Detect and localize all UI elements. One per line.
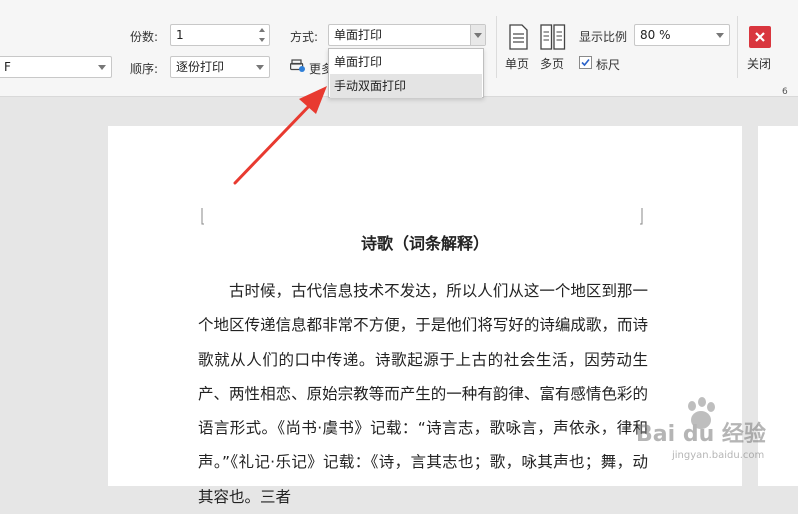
- chevron-down-icon: [98, 65, 106, 70]
- zoom-value: 80 %: [640, 28, 671, 42]
- single-page-icon: [509, 24, 528, 50]
- zoom-select[interactable]: 80 %: [634, 24, 730, 46]
- document-page: 诗歌（词条解释） 古时候，古代信息技术不发达，所以人们从这一个地区到那一个地区传…: [108, 126, 742, 506]
- next-document-page: [758, 126, 798, 486]
- copies-stepper[interactable]: 1: [170, 24, 270, 46]
- printer-select[interactable]: F: [0, 56, 112, 78]
- close-preview-button[interactable]: 关闭: [746, 24, 774, 72]
- ruler-number: 6: [782, 87, 788, 97]
- chevron-down-icon: [716, 33, 724, 38]
- increment-icon[interactable]: [259, 28, 265, 32]
- toolbar-divider: [496, 16, 497, 78]
- document-paragraph: 古时候，古代信息技术不发达，所以人们从这一个地区到那一个地区传递信息都非常不方便…: [198, 282, 648, 506]
- menu-item-single-sided[interactable]: 单面打印: [330, 50, 482, 74]
- chevron-down-icon: [256, 65, 264, 70]
- mode-label: 方式:: [290, 30, 319, 44]
- checkmark-icon: [581, 58, 590, 67]
- copies-label: 份数:: [130, 30, 159, 44]
- ruler-label[interactable]: 标尺: [596, 56, 620, 73]
- print-mode-value: 单面打印: [334, 28, 383, 42]
- single-page-button[interactable]: 单页: [504, 24, 532, 72]
- order-label: 顺序:: [130, 62, 159, 76]
- margin-corner-top-right: [640, 208, 643, 225]
- printer-select-value: F: [4, 60, 11, 74]
- margin-corner-top-left: [201, 208, 204, 225]
- zoom-label: 显示比例: [579, 30, 628, 44]
- toolbar-divider: [737, 16, 738, 78]
- multi-page-icon: [540, 24, 566, 50]
- decrement-icon[interactable]: [259, 38, 265, 42]
- copies-value: 1: [176, 28, 184, 42]
- print-mode-dropdown-menu: 单面打印 手动双面打印: [328, 48, 484, 98]
- document-title: 诗歌（词条解释）: [360, 234, 489, 253]
- ruler-checkbox[interactable]: [579, 56, 592, 69]
- close-label: 关闭: [747, 57, 772, 71]
- order-select-value: 逐份打印: [176, 60, 225, 74]
- multi-page-label: 多页: [540, 57, 565, 71]
- single-page-label: 单页: [505, 57, 530, 71]
- more-settings-icon[interactable]: [290, 58, 306, 72]
- order-select[interactable]: 逐份打印: [170, 56, 270, 78]
- chevron-down-icon: [474, 33, 482, 38]
- close-icon: [749, 26, 771, 48]
- menu-item-manual-duplex[interactable]: 手动双面打印: [330, 74, 482, 98]
- multi-page-button[interactable]: 多页: [538, 24, 568, 72]
- print-mode-select[interactable]: 单面打印: [328, 24, 486, 46]
